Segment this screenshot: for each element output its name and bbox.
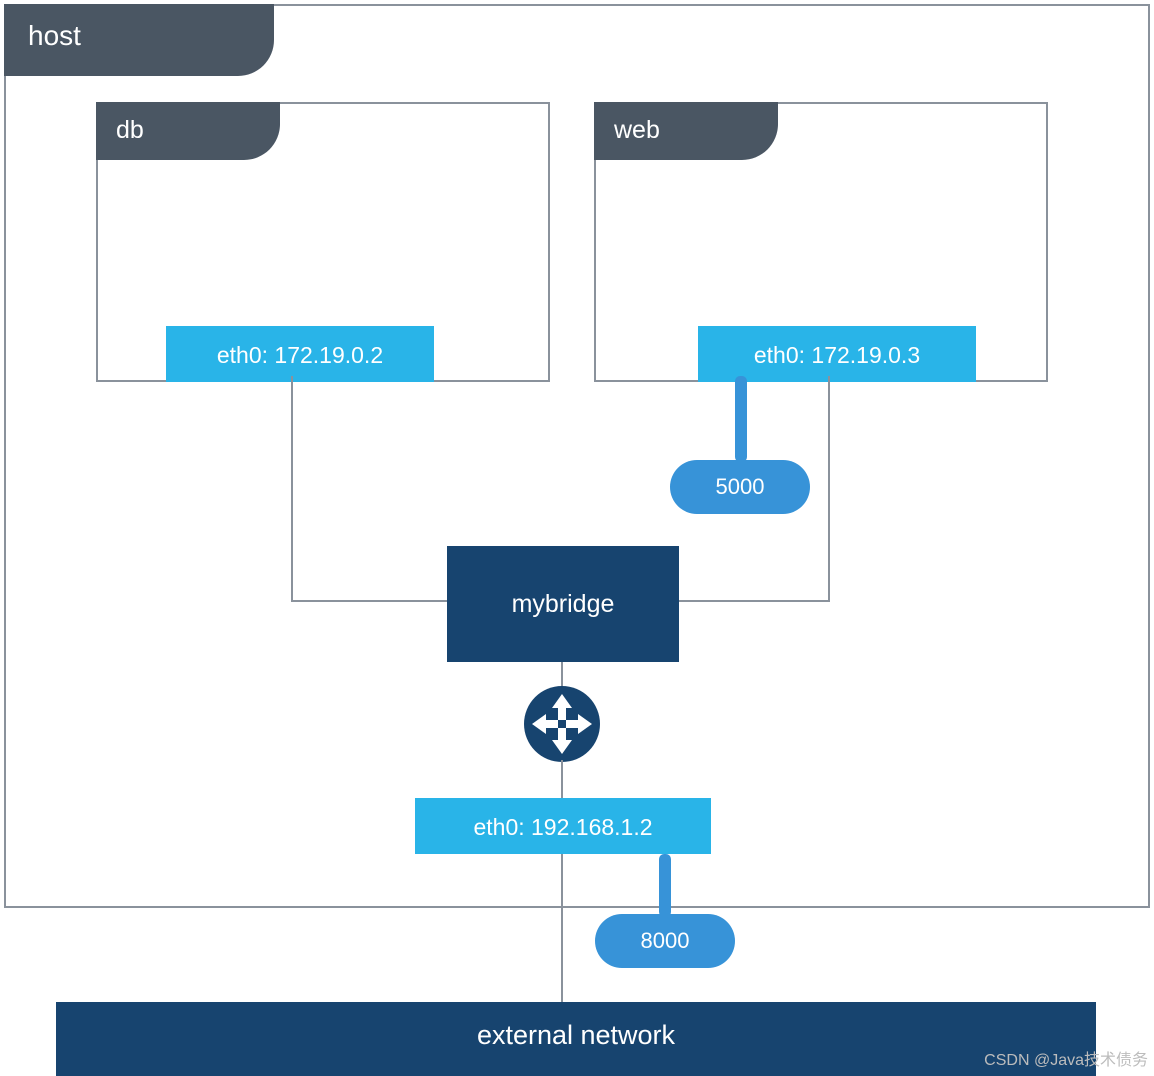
watermark-text: CSDN @Java技术债务 <box>984 1046 1148 1070</box>
db-container: db eth0: 172.19.0.2 <box>96 102 550 382</box>
host-tab: host <box>4 4 274 76</box>
port-pill-5000: 5000 <box>670 460 810 514</box>
external-network-box: external network <box>56 1002 1096 1076</box>
port-connector <box>735 376 747 462</box>
web-container: web eth0: 172.19.0.3 <box>594 102 1048 382</box>
router-icon <box>524 686 600 762</box>
port-pill-8000: 8000 <box>595 914 735 968</box>
connector-line <box>828 376 830 602</box>
connector-line <box>561 760 563 800</box>
connector-line <box>291 600 449 602</box>
bridge-box: mybridge <box>447 546 679 662</box>
connector-line <box>677 600 830 602</box>
connector-line <box>291 376 293 602</box>
web-eth-label: eth0: 172.19.0.3 <box>698 326 976 382</box>
host-container: host db eth0: 172.19.0.2 web eth0: 172.1… <box>4 4 1150 908</box>
connector-line <box>561 854 563 1004</box>
db-eth-label: eth0: 172.19.0.2 <box>166 326 434 382</box>
db-tab: db <box>96 102 280 160</box>
web-tab: web <box>594 102 778 160</box>
host-eth-label: eth0: 192.168.1.2 <box>415 798 711 854</box>
port-connector <box>659 854 671 917</box>
